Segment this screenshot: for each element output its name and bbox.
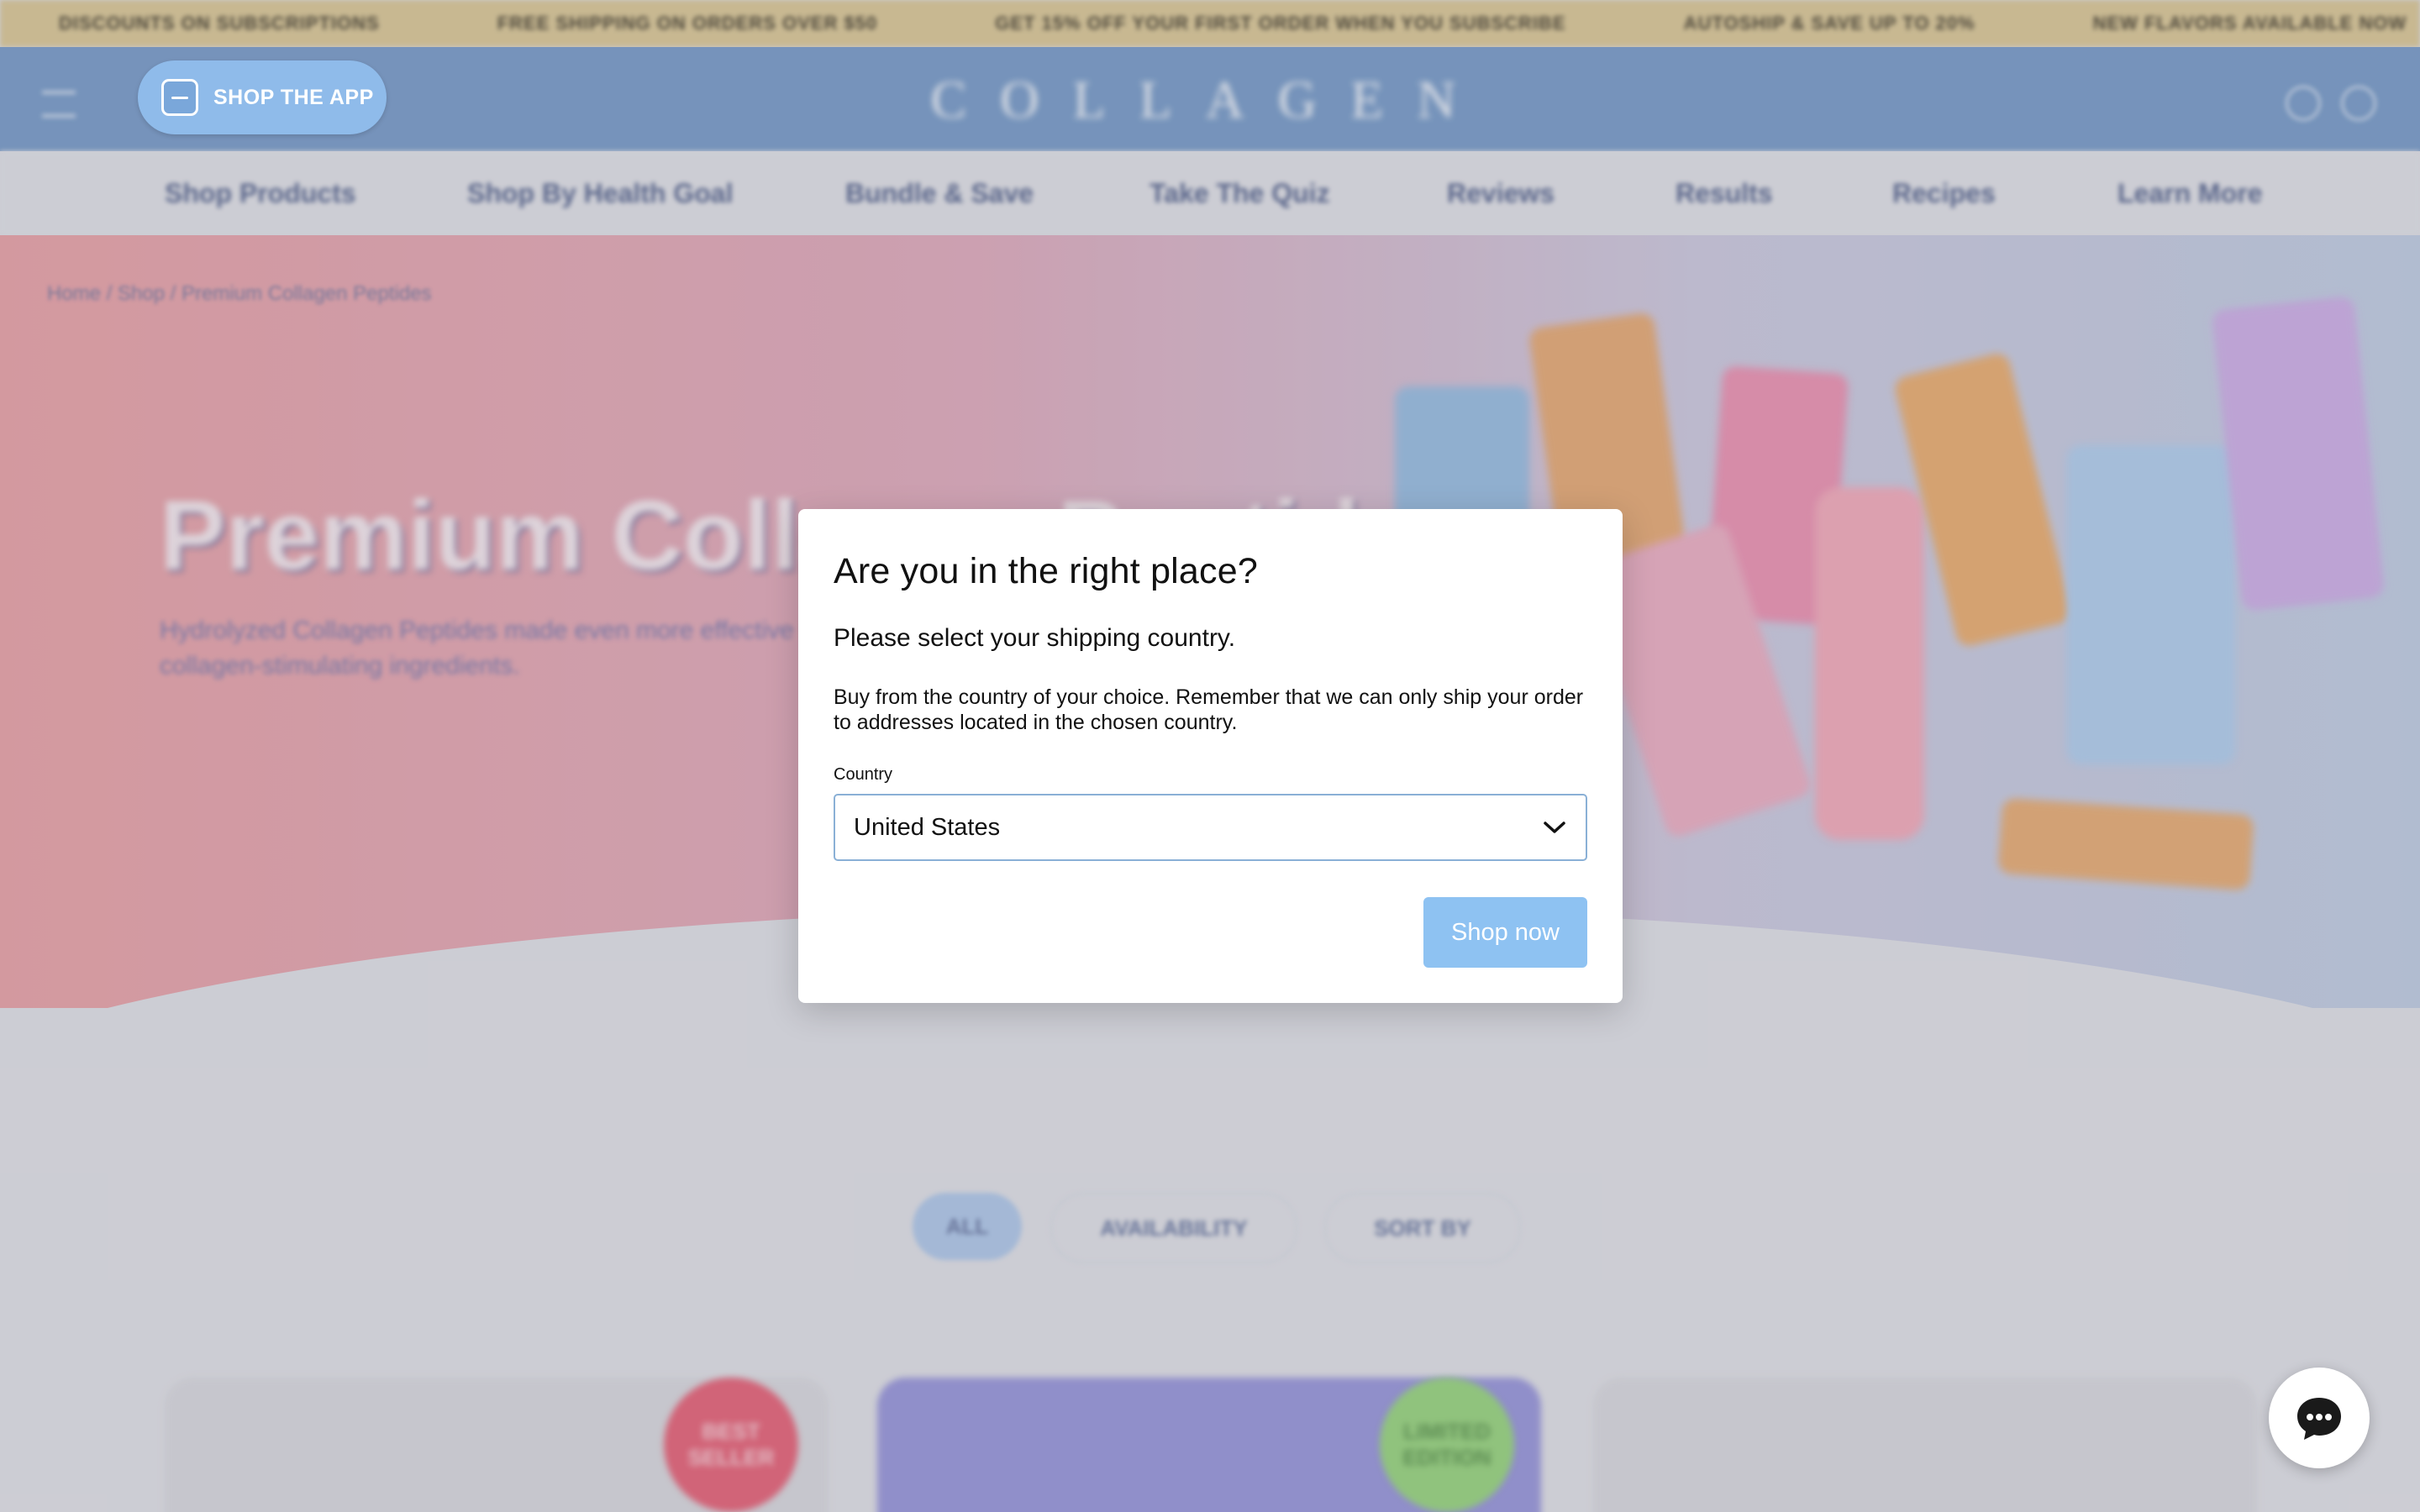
country-label: Country [834,765,893,784]
country-select-value: United States [854,813,1001,841]
chat-bubble-icon [2297,1398,2341,1440]
country-select[interactable]: United States [834,794,1587,861]
shop-now-button[interactable]: Shop now [1423,897,1587,968]
country-selector-modal: Are you in the right place? Please selec… [798,509,1623,1003]
shop-the-app-button[interactable]: SHOP THE APP [138,60,387,134]
shop-the-app-label: SHOP THE APP [213,85,374,109]
chevron-down-icon [1544,822,1565,833]
modal-description: Buy from the country of your choice. Rem… [834,685,1584,734]
app-icon [161,79,198,116]
modal-title: Are you in the right place? [834,551,1258,591]
modal-subtitle: Please select your shipping country. [834,624,1236,652]
chat-button[interactable] [2269,1368,2370,1468]
